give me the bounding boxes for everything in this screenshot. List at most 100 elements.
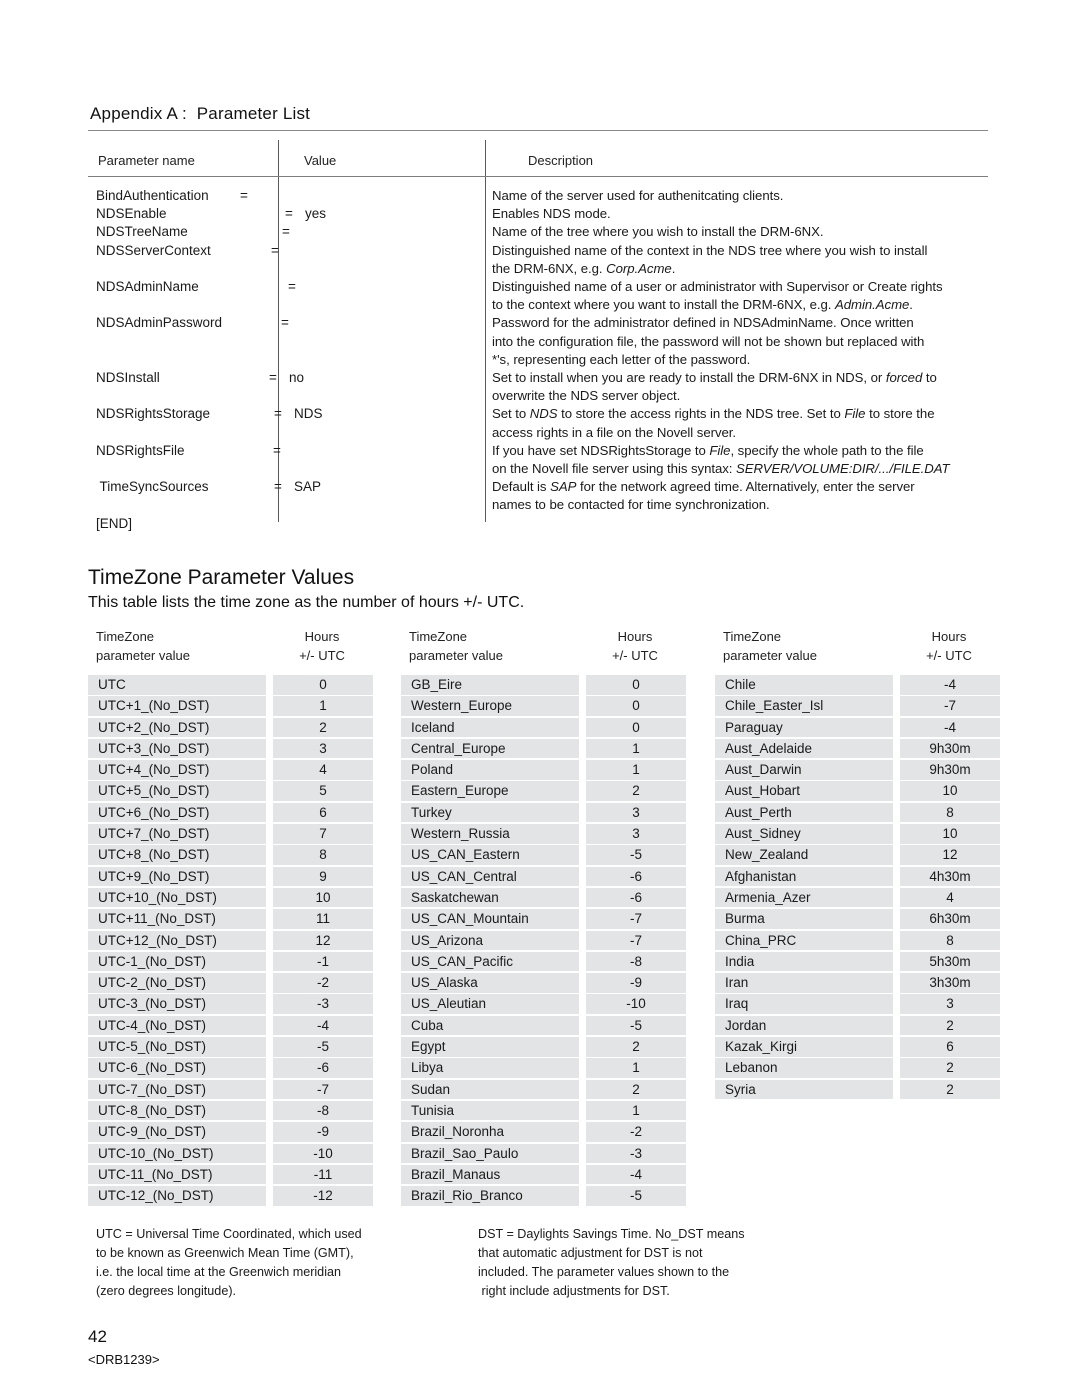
table-row: Brazil_Manaus -4	[401, 1164, 686, 1185]
hours-value-cell: -4	[273, 1015, 373, 1036]
table-row: US_Arizona -7	[401, 930, 686, 951]
table-row: UTC+11_(No_DST) 11	[88, 909, 373, 929]
table-row: Chile_Easter_Isl -7	[715, 696, 1000, 716]
hours-value-cell: -12	[273, 1186, 373, 1206]
parameter-name: [END]	[96, 515, 133, 531]
parameter-equals-sign: =	[285, 206, 293, 222]
table-row: Afghanistan 4h30m	[715, 866, 1000, 887]
timezone-table-header: TimeZone parameter value Hours +/- UTC	[715, 627, 1000, 671]
page-number: 42	[88, 1327, 107, 1346]
hours-value-cell: 4	[273, 760, 373, 780]
parameter-table-header-name: Parameter name	[98, 153, 195, 168]
hours-value-cell: 8	[900, 930, 1000, 951]
table-row: UTC+2_(No_DST) 2	[88, 717, 373, 738]
timezone-value-cell: US_Arizona	[401, 930, 579, 951]
timezone-value-cell: UTC+6_(No_DST)	[88, 802, 266, 823]
timezone-value-cell: Aust_Perth	[715, 802, 893, 823]
timezone-column-header: TimeZone parameter value	[96, 629, 190, 663]
table-row: UTC-6_(No_DST) -6	[88, 1058, 373, 1078]
hours-value-cell: 6h30m	[900, 909, 1000, 929]
table-row: UTC-2_(No_DST) -2	[88, 973, 373, 993]
hours-value-cell: 2	[900, 1079, 1000, 1100]
table-row: US_Alaska -9	[401, 973, 686, 993]
timezone-value-cell: China_PRC	[715, 930, 893, 951]
parameter-equals-sign: =	[271, 242, 279, 258]
timezone-value-cell: Aust_Sidney	[715, 824, 893, 844]
hours-value-cell: -9	[273, 1122, 373, 1142]
parameter-description-line: overwrite the NDS server object.	[492, 388, 681, 404]
table-row: New_Zealand 12	[715, 845, 1000, 865]
timezone-table-block: TimeZone parameter value Hours +/- UTC GB_…	[401, 627, 686, 1207]
hours-value-cell: -6	[273, 1058, 373, 1078]
table-row: US_CAN_Eastern -5	[401, 845, 686, 865]
table-row: Iran 3h30m	[715, 973, 1000, 993]
timezone-value-cell: Brazil_Manaus	[401, 1164, 579, 1185]
timezone-value-cell: US_Aleutian	[401, 994, 579, 1014]
timezone-value-cell: Cuba	[401, 1015, 579, 1036]
table-row: Turkey 3	[401, 802, 686, 823]
hours-value-cell: -10	[586, 994, 686, 1014]
appendix-heading-rule	[88, 130, 988, 131]
timezone-value-cell: Brazil_Noronha	[401, 1122, 579, 1142]
table-row: UTC+7_(No_DST) 7	[88, 824, 373, 844]
parameter-equals-sign: =	[281, 315, 289, 331]
table-row: Egypt 2	[401, 1037, 686, 1057]
timezone-value-cell: Eastern_Europe	[401, 781, 579, 801]
hours-value-cell: 2	[900, 1058, 1000, 1078]
hours-value-cell: 8	[900, 802, 1000, 823]
parameter-name: NDSTreeName	[96, 224, 188, 240]
hours-value-cell: -7	[586, 909, 686, 929]
hours-value-cell: -4	[900, 717, 1000, 738]
timezone-value-cell: Western_Europe	[401, 696, 579, 716]
table-row: UTC+5_(No_DST) 5	[88, 781, 373, 801]
parameter-list-table: Parameter name Value Description BindAut…	[88, 140, 988, 531]
timezone-value-cell: Libya	[401, 1058, 579, 1078]
table-row: UTC+1_(No_DST) 1	[88, 696, 373, 716]
table-row: Tunisia 1	[401, 1100, 686, 1121]
hours-value-cell: 6	[273, 802, 373, 823]
parameter-description-line: names to be contacted for time synchroni…	[492, 497, 770, 513]
hours-value-cell: -7	[900, 696, 1000, 716]
timezone-value-cell: Burma	[715, 909, 893, 929]
hours-value-cell: -9	[586, 973, 686, 993]
timezone-column-header: TimeZone parameter value	[409, 629, 503, 663]
table-row: Western_Russia 3	[401, 824, 686, 844]
hours-value-cell: 12	[900, 845, 1000, 865]
table-row: UTC+8_(No_DST) 8	[88, 845, 373, 865]
timezone-value-cell: Syria	[715, 1079, 893, 1100]
hours-value-cell: -3	[273, 994, 373, 1014]
timezone-value-cell: UTC+11_(No_DST)	[88, 909, 266, 929]
timezone-value-cell: UTC+1_(No_DST)	[88, 696, 266, 716]
hours-value-cell: -8	[586, 951, 686, 972]
table-row: UTC-7_(No_DST) -7	[88, 1079, 373, 1100]
hours-value-cell: 5h30m	[900, 951, 1000, 972]
hours-value-cell: 0	[586, 675, 686, 695]
table-row: Burma 6h30m	[715, 909, 1000, 929]
table-row: Paraguay -4	[715, 717, 1000, 738]
table-row: Aust_Hobart 10	[715, 781, 1000, 801]
hours-value-cell: 2	[586, 781, 686, 801]
hours-value-cell: -5	[273, 1037, 373, 1057]
timezone-value-cell: US_Alaska	[401, 973, 579, 993]
timezone-value-cell: UTC	[88, 675, 266, 695]
parameter-value: yes	[305, 206, 327, 222]
table-row: Western_Europe 0	[401, 696, 686, 716]
timezone-table-body: UTC 0 UTC+1_(No_DST) 1 UTC+2_(No_DST) 2 UTC+3_…	[88, 671, 373, 1206]
timezone-value-cell: Western_Russia	[401, 824, 579, 844]
parameter-table-header-value: Value	[304, 153, 337, 168]
table-row: UTC+9_(No_DST) 9	[88, 866, 373, 887]
table-row: Iceland 0	[401, 717, 686, 738]
parameter-description-line: If you have set NDSRightsStorage to File…	[492, 442, 924, 458]
hours-value-cell: 3h30m	[900, 973, 1000, 993]
hours-value-cell: 2	[586, 1079, 686, 1100]
footnote-utc: UTC = Universal Time Coordinated, which …	[96, 1227, 362, 1298]
timezone-table-header: TimeZone parameter value Hours +/- UTC	[401, 627, 686, 671]
hours-value-cell: 2	[273, 717, 373, 738]
timezone-value-cell: Tunisia	[401, 1100, 579, 1121]
hours-column-header: Hours +/- UTC	[926, 629, 972, 663]
table-row: UTC+3_(No_DST) 3	[88, 738, 373, 759]
timezone-value-cell: Iceland	[401, 717, 579, 738]
parameter-description-line: Name of the tree where you wish to insta…	[492, 224, 824, 240]
table-row: Central_Europe 1	[401, 738, 686, 759]
hours-value-cell: -10	[273, 1143, 373, 1164]
